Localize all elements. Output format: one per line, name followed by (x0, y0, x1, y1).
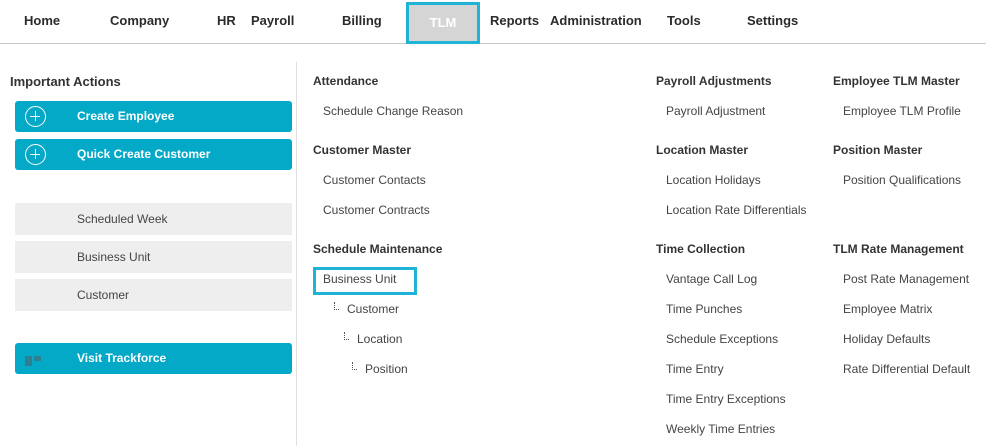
position-master-heading: Position Master (833, 143, 923, 157)
weekly-time-entries-link[interactable]: Weekly Time Entries (666, 422, 775, 436)
customer-contracts-link[interactable]: Customer Contracts (323, 203, 430, 217)
create-employee-button[interactable]: Create Employee (15, 101, 292, 132)
grid-squares-icon (25, 356, 51, 366)
vantage-call-log-link[interactable]: Vantage Call Log (666, 272, 757, 286)
plus-circle-icon (25, 106, 46, 127)
location-rate-differentials-link[interactable]: Location Rate Differentials (666, 203, 807, 217)
employee-matrix-link[interactable]: Employee Matrix (843, 302, 932, 316)
customer-label: Customer (77, 288, 130, 302)
nav-administration[interactable]: Administration (550, 0, 642, 43)
customer-master-heading: Customer Master (313, 143, 412, 157)
business-unit-label: Business Unit (77, 250, 151, 264)
schedule-maintenance-heading: Schedule Maintenance (313, 242, 443, 256)
nav-billing[interactable]: Billing (342, 0, 382, 43)
create-employee-label: Create Employee (77, 109, 175, 123)
rate-differential-default-link[interactable]: Rate Differential Default (843, 362, 970, 376)
visit-trackforce-button[interactable]: Visit Trackforce (15, 343, 292, 374)
nav-reports[interactable]: Reports (490, 0, 539, 43)
schedule-business-unit-link[interactable]: Business Unit (323, 272, 396, 286)
nav-company[interactable]: Company (110, 0, 169, 43)
time-punches-link[interactable]: Time Punches (666, 302, 742, 316)
quick-create-customer-button[interactable]: Quick Create Customer (15, 139, 292, 170)
quick-create-customer-label: Quick Create Customer (77, 147, 211, 161)
nav-hr[interactable]: HR (217, 0, 236, 43)
tree-branch-icon (352, 362, 357, 370)
plus-circle-icon (25, 144, 46, 165)
business-unit-button[interactable]: Business Unit (15, 241, 292, 273)
tlm-rate-management-heading: TLM Rate Management (833, 242, 964, 256)
sidebar-divider (296, 62, 297, 446)
employee-tlm-profile-link[interactable]: Employee TLM Profile (843, 104, 961, 118)
nav-payroll[interactable]: Payroll (251, 0, 294, 43)
customer-contacts-link[interactable]: Customer Contacts (323, 173, 426, 187)
top-nav: Home Company HR Payroll Billing TLM Repo… (0, 0, 986, 44)
scheduled-week-button[interactable]: Scheduled Week (15, 203, 292, 235)
schedule-position-link[interactable]: Position (365, 362, 408, 376)
important-actions-title: Important Actions (10, 74, 121, 89)
schedule-location-link[interactable]: Location (357, 332, 402, 346)
nav-tlm-active-tab[interactable]: TLM (406, 2, 480, 44)
position-qualifications-link[interactable]: Position Qualifications (843, 173, 961, 187)
visit-trackforce-label: Visit Trackforce (77, 351, 167, 365)
payroll-adjustment-link[interactable]: Payroll Adjustment (666, 104, 765, 118)
nav-tools[interactable]: Tools (667, 0, 701, 43)
time-entry-exceptions-link[interactable]: Time Entry Exceptions (666, 392, 786, 406)
location-master-heading: Location Master (656, 143, 749, 157)
time-collection-heading: Time Collection (656, 242, 746, 256)
location-holidays-link[interactable]: Location Holidays (666, 173, 761, 187)
nav-home[interactable]: Home (24, 0, 60, 43)
customer-button[interactable]: Customer (15, 279, 292, 311)
attendance-heading: Attendance (313, 74, 379, 88)
employee-tlm-master-heading: Employee TLM Master (833, 74, 960, 88)
tree-branch-icon (334, 302, 339, 310)
schedule-change-reason-link[interactable]: Schedule Change Reason (323, 104, 463, 118)
scheduled-week-label: Scheduled Week (77, 212, 168, 226)
nav-settings[interactable]: Settings (747, 0, 798, 43)
holiday-defaults-link[interactable]: Holiday Defaults (843, 332, 930, 346)
payroll-adjustments-heading: Payroll Adjustments (656, 74, 772, 88)
time-entry-link[interactable]: Time Entry (666, 362, 724, 376)
tree-branch-icon (344, 332, 349, 340)
schedule-exceptions-link[interactable]: Schedule Exceptions (666, 332, 778, 346)
post-rate-management-link[interactable]: Post Rate Management (843, 272, 969, 286)
schedule-customer-link[interactable]: Customer (347, 302, 399, 316)
